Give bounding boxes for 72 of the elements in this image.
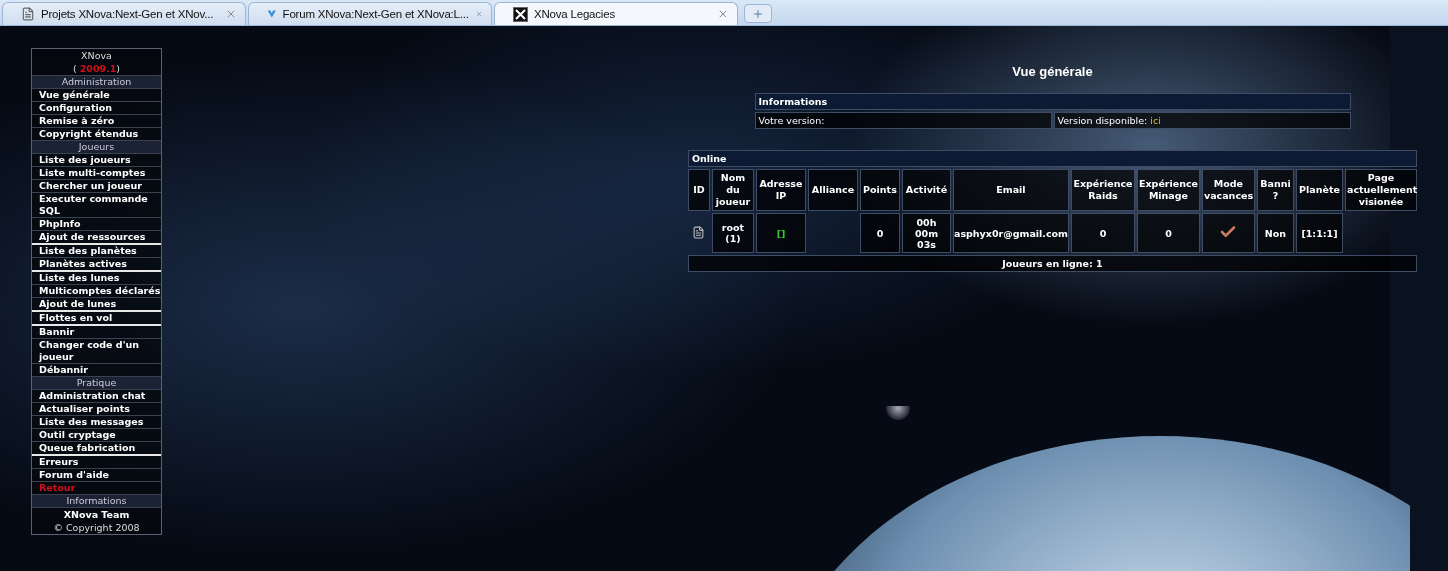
- column-header: Nom du joueur: [711, 169, 754, 211]
- browser-tab[interactable]: XNova Legacies: [494, 2, 738, 25]
- menu-link[interactable]: Ajout de ressources: [32, 230, 161, 243]
- table-cell: 0: [1070, 213, 1135, 253]
- table-cell: Non: [1256, 213, 1294, 253]
- menu-link[interactable]: Outil cryptage: [32, 428, 161, 441]
- menu-section-header: Informations: [32, 494, 161, 507]
- column-header: Expérience Raids: [1070, 169, 1135, 211]
- menu-link[interactable]: Flottes en vol: [32, 310, 161, 324]
- brand-title: XNova: [80, 49, 113, 62]
- menu-link[interactable]: Liste des joueurs: [32, 153, 161, 166]
- column-header: Mode vacances: [1201, 169, 1255, 211]
- plus-icon: [752, 7, 764, 20]
- menu-link[interactable]: Chercher un joueur: [32, 179, 161, 192]
- column-header: Planète: [1295, 169, 1343, 211]
- menu-link[interactable]: Forum d'aide: [32, 468, 161, 481]
- menu-link[interactable]: Ajout de lunes: [32, 297, 161, 310]
- table-cell: []: [755, 213, 806, 253]
- column-header: Points: [859, 169, 900, 211]
- menu-link[interactable]: Liste des messages: [32, 415, 161, 428]
- table-cell: Votre version:: [754, 112, 1052, 129]
- table-header: Informations: [754, 93, 1351, 110]
- menu-link[interactable]: PhpInfo: [32, 217, 161, 230]
- table-cell: root (1): [711, 213, 754, 253]
- menu-link[interactable]: Remise à zéro: [32, 114, 161, 127]
- table-footer: Joueurs en ligne: 1: [687, 255, 1418, 272]
- menu-link[interactable]: Executer commande SQL: [32, 192, 161, 217]
- menu-link[interactable]: Configuration: [32, 101, 161, 114]
- close-icon[interactable]: [225, 8, 237, 20]
- column-header: Activité: [901, 169, 951, 211]
- menu-link[interactable]: Vue générale: [32, 88, 161, 101]
- table-cell: [1:1:1]: [1295, 213, 1343, 253]
- menu-link[interactable]: Changer code d'un joueur: [32, 338, 161, 363]
- menu-link[interactable]: Erreurs: [32, 454, 161, 468]
- team-label: XNova Team: [32, 507, 161, 521]
- table-cell: Version disponible: ici: [1053, 112, 1351, 129]
- menu-link[interactable]: Liste des planètes: [32, 243, 161, 257]
- menu-link[interactable]: Bannir: [32, 324, 161, 338]
- close-icon[interactable]: [474, 8, 483, 20]
- column-header: Banni ?: [1256, 169, 1294, 211]
- new-tab-button[interactable]: [744, 4, 772, 23]
- menu-link[interactable]: Liste multi-comptes: [32, 166, 161, 179]
- menu-section-header: Pratique: [32, 376, 161, 389]
- page-title: Vue générale: [1012, 64, 1093, 79]
- column-header: Alliance: [807, 169, 858, 211]
- page-icon: [21, 7, 35, 21]
- column-header: Email: [952, 169, 1069, 211]
- column-header: Adresse IP: [755, 169, 806, 211]
- browser-tab[interactable]: Projets XNova:Next-Gen et XNov...: [2, 2, 246, 25]
- table-cell: 0: [859, 213, 900, 253]
- column-header: Page actuellement visionée: [1344, 169, 1418, 211]
- logo-icon: [513, 6, 528, 22]
- column-header: ID: [687, 169, 710, 211]
- browser-tab[interactable]: Forum XNova:Next-Gen et XNova:L...: [248, 2, 492, 25]
- menu-section-header: Joueurs: [32, 140, 161, 153]
- close-icon[interactable]: [717, 8, 729, 20]
- link[interactable]: ici: [1150, 115, 1161, 126]
- menu-link[interactable]: Planètes actives: [32, 257, 161, 270]
- menu-link[interactable]: Multicomptes déclarés: [32, 284, 161, 297]
- table-cell: asphyx0r@gmail.com: [952, 213, 1069, 253]
- table-cell: 0: [1136, 213, 1200, 253]
- menu-link[interactable]: Administration chat: [32, 389, 161, 402]
- copyright-text: © Copyright 2008: [52, 521, 141, 534]
- menu-link[interactable]: Actualiser points: [32, 402, 161, 415]
- table-cell: 00h 00m 03s: [901, 213, 951, 253]
- document-icon[interactable]: [692, 225, 706, 239]
- menu-link[interactable]: Liste des lunes: [32, 270, 161, 284]
- column-header: Expérience Minage: [1136, 169, 1200, 211]
- menu-section-header: Administration: [32, 75, 161, 88]
- version-label: ( 2009.1): [71, 62, 122, 75]
- table-header: Online: [687, 150, 1418, 167]
- menu-link[interactable]: Queue fabrication: [32, 441, 161, 454]
